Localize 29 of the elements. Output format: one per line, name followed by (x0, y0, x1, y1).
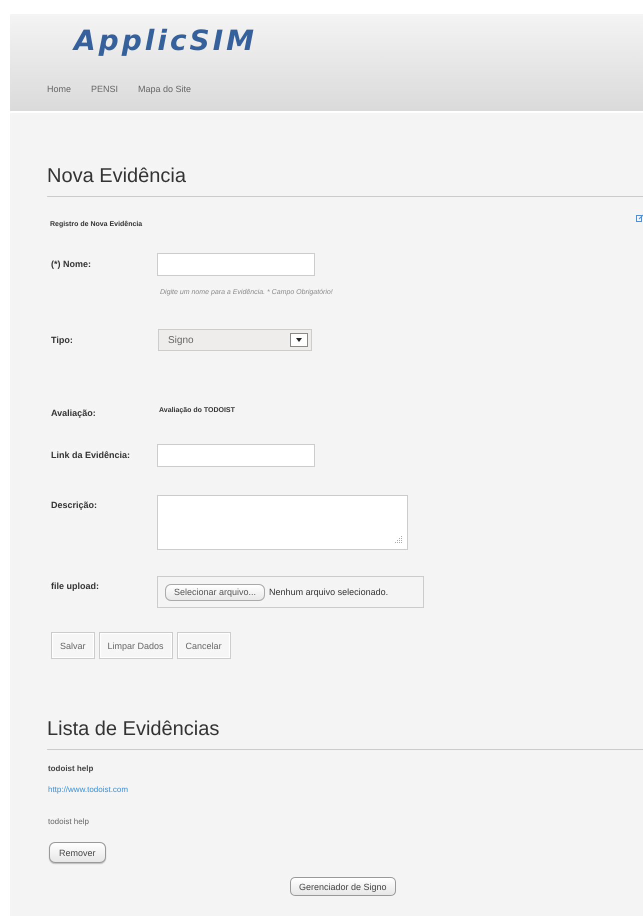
manager-button[interactable]: Gerenciador de Signo (290, 877, 396, 896)
form-button[interactable]: Limpar Dados (98, 632, 173, 659)
choose-file-button[interactable]: Selecionar arquivo... (165, 584, 266, 600)
field-label: Avaliação: (51, 408, 97, 418)
field-label: Descrição: (51, 500, 98, 510)
field-label: (*) Nome: (51, 259, 92, 269)
nav-link[interactable]: Home (47, 84, 72, 94)
text-input[interactable] (157, 253, 315, 276)
field-label: Tipo: (51, 335, 74, 345)
evidence-description: todoist help (48, 817, 89, 826)
form-button[interactable]: Salvar (51, 632, 95, 659)
remove-button[interactable]: Remover (49, 842, 106, 863)
file-status: Nenhum arquivo selecionado. (269, 587, 388, 597)
file-upload-field[interactable]: Selecionar arquivo... Nenhum arquivo selecionado. (157, 576, 424, 608)
evidence-link[interactable]: http://www.todoist.com (48, 785, 128, 794)
form-button[interactable]: Cancelar (176, 632, 231, 659)
nav-link[interactable]: PENSI (91, 84, 118, 94)
dropdown-caret-icon[interactable] (290, 333, 308, 347)
field-label: file upload: (51, 581, 100, 591)
nav-link[interactable]: Mapa do Site (138, 84, 192, 94)
logo[interactable]: ApplicSIM (10, 14, 257, 57)
field-label: Link da Evidência: (51, 450, 132, 460)
page-title: Nova Evidência (47, 165, 186, 188)
section-title: Lista de Evidências (47, 718, 220, 741)
description-textarea[interactable] (157, 495, 408, 550)
type-select[interactable]: Signo (158, 329, 312, 351)
edit-icon[interactable] (636, 214, 643, 222)
evidence-name: todoist help (48, 764, 94, 773)
text-input[interactable] (157, 444, 315, 467)
